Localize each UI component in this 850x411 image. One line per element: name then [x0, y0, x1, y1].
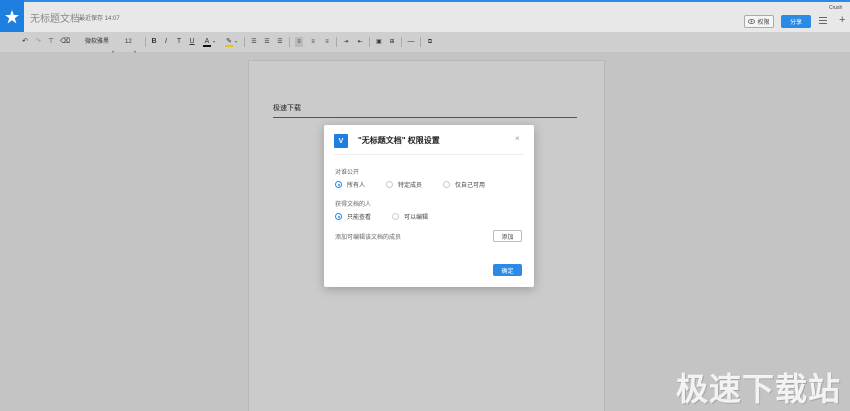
- dialog-divider: [334, 154, 524, 155]
- radio-dot-icon: [386, 181, 393, 188]
- radio-label: 特定成员: [398, 183, 423, 189]
- toolbar-divider: [401, 37, 402, 47]
- user-name[interactable]: Crush: [829, 5, 842, 11]
- indent-icon[interactable]: ⇥: [342, 37, 350, 47]
- access-section-label: 获得文档的人: [335, 202, 372, 208]
- align-left-icon[interactable]: ≡: [295, 37, 303, 47]
- radio-everyone[interactable]: 所有人: [335, 180, 365, 189]
- plus-icon[interactable]: +: [839, 15, 845, 26]
- font-size-select[interactable]: 12: [125, 37, 132, 47]
- format-toolbar: ↶ ↷ ⊤ ⌫ 微软雅黑 ▾ 12 ▾ B I T U A ▾ ✎ ▾ ☰ ☰ …: [0, 32, 850, 54]
- radio-view-only[interactable]: 只能查看: [335, 212, 371, 221]
- add-members-label: 添加可编辑该文档的成员: [335, 235, 402, 241]
- align-center-icon[interactable]: ≡: [309, 37, 317, 47]
- permission-dialog: V "无标题文档" 权限设置 × 对谁公开 所有人 特定成员 仅自己可用 获得文…: [324, 125, 534, 287]
- radio-dot-icon: [443, 181, 450, 188]
- site-watermark: 极速下载站: [676, 371, 842, 407]
- toolbar-divider: [336, 37, 337, 47]
- task-list-icon[interactable]: ☰: [276, 37, 284, 47]
- radio-label: 所有人: [347, 183, 366, 189]
- table-icon[interactable]: ⊞: [388, 37, 396, 47]
- dialog-logo-icon: V: [334, 134, 348, 148]
- highlight-icon[interactable]: ✎: [225, 37, 233, 47]
- radio-label: 可以编辑: [404, 215, 429, 221]
- app-logo[interactable]: [0, 0, 24, 34]
- outdent-icon[interactable]: ⇤: [356, 37, 364, 47]
- radio-only-me[interactable]: 仅自己可用: [443, 180, 485, 189]
- permission-label: 权限: [757, 20, 770, 26]
- toolbar-divider: [244, 37, 245, 47]
- chevron-down-icon[interactable]: ▾: [112, 47, 114, 57]
- clear-format-icon[interactable]: ⌫: [60, 37, 70, 47]
- toolbar-divider: [369, 37, 370, 47]
- radio-dot-icon: [335, 213, 342, 220]
- permission-button[interactable]: 权限: [744, 15, 774, 28]
- share-button[interactable]: 分享: [781, 15, 811, 28]
- ordered-list-icon[interactable]: ☰: [250, 37, 258, 47]
- toolbar-divider: [420, 37, 421, 47]
- strikethrough-button[interactable]: T: [175, 37, 183, 47]
- toolbar-divider: [289, 37, 290, 47]
- public-section-label: 对谁公开: [335, 170, 360, 176]
- doc-title[interactable]: 无标题文档: [30, 10, 80, 25]
- add-member-button[interactable]: 添加: [493, 230, 522, 242]
- image-icon[interactable]: ▣: [375, 37, 383, 47]
- chevron-down-icon[interactable]: ▾: [134, 47, 136, 57]
- document-heading[interactable]: 极速下载: [273, 103, 577, 118]
- italic-button[interactable]: I: [162, 37, 170, 47]
- radio-dot-icon: [392, 213, 399, 220]
- bold-button[interactable]: B: [150, 37, 158, 47]
- radio-specific-members[interactable]: 特定成员: [386, 180, 422, 189]
- copy-icon[interactable]: ⧉: [426, 37, 434, 47]
- chevron-down-icon[interactable]: ▾: [235, 37, 237, 47]
- menu-icon[interactable]: [819, 17, 827, 25]
- toolbar-divider: [145, 37, 146, 47]
- chevron-down-icon[interactable]: ▾: [213, 37, 215, 47]
- radio-dot-icon: [335, 181, 342, 188]
- confirm-button[interactable]: 确定: [493, 264, 522, 276]
- radio-label: 仅自己可用: [455, 183, 486, 189]
- close-icon[interactable]: ×: [515, 134, 520, 144]
- star-icon: [5, 10, 19, 24]
- font-family-select[interactable]: 微软雅黑: [85, 37, 109, 47]
- format-painter-icon[interactable]: ⊤: [47, 37, 55, 47]
- undo-icon[interactable]: ↶: [21, 37, 29, 47]
- underline-button[interactable]: U: [188, 37, 196, 47]
- radio-label: 只能查看: [347, 215, 372, 221]
- bullet-list-icon[interactable]: ☰: [263, 37, 271, 47]
- align-right-icon[interactable]: ≡: [323, 37, 331, 47]
- eye-icon: [748, 19, 756, 24]
- redo-icon[interactable]: ↷: [34, 37, 42, 47]
- radio-can-edit[interactable]: 可以编辑: [392, 212, 428, 221]
- horizontal-rule-icon[interactable]: —: [407, 37, 415, 47]
- font-color-button[interactable]: A: [203, 37, 211, 47]
- top-bar: 无标题文档 最近保存 14:07 Crush 权限 分享 +: [0, 0, 850, 34]
- dialog-title: "无标题文档" 权限设置: [358, 136, 440, 145]
- save-status: 最近保存 14:07: [79, 16, 120, 22]
